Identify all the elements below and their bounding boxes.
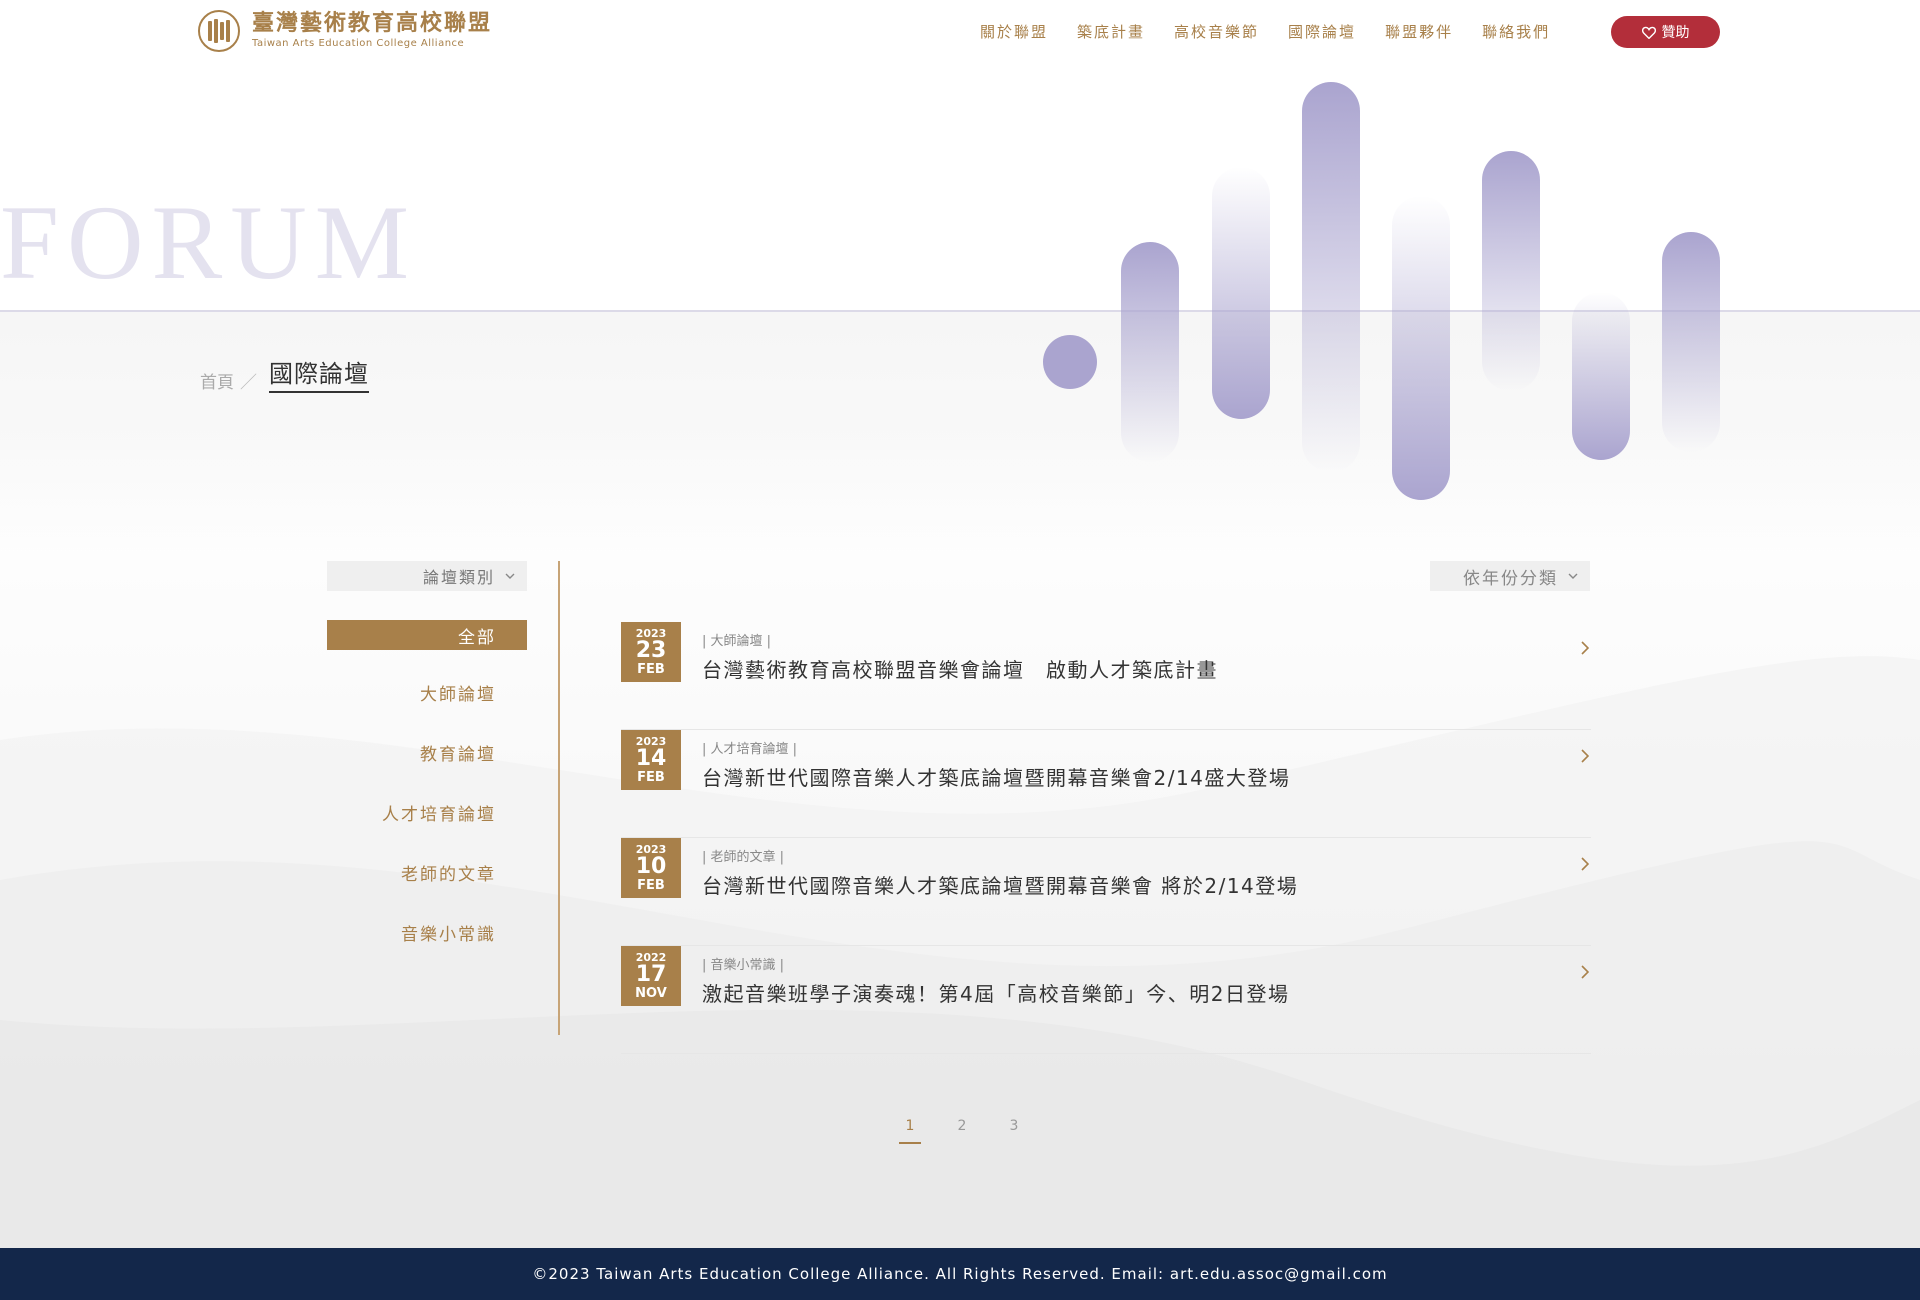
category-item-all[interactable]: 全部 — [327, 620, 527, 650]
date-badge: 2023 23 FEB — [621, 622, 681, 682]
category-item-talent-forum[interactable]: 人才培育論壇 — [327, 800, 527, 860]
date-badge: 2022 17 NOV — [621, 946, 681, 1006]
sidebar-divider — [558, 561, 560, 1035]
list-item[interactable]: 2023 10 FEB | 老師的文章 | 台灣新世代國際音樂人才築底論壇暨開幕… — [621, 838, 1591, 946]
page-1-link[interactable]: 1 — [899, 1118, 921, 1144]
nav-contact[interactable]: 聯絡我們 — [1482, 21, 1550, 42]
date-month: NOV — [635, 986, 667, 1001]
date-month: FEB — [637, 770, 665, 785]
footer-copyright: ©2023 Taiwan Arts Education College Alli… — [532, 1265, 1388, 1283]
logo-title-en: Taiwan Arts Education College Alliance — [252, 38, 465, 49]
page-2-link[interactable]: 2 — [951, 1118, 973, 1144]
category-list: 全部 大師論壇 教育論壇 人才培育論壇 老師的文章 音樂小常識 — [327, 620, 527, 980]
date-day: 14 — [635, 746, 667, 771]
nav-music-festival[interactable]: 高校音樂節 — [1174, 21, 1259, 42]
category-dropdown-label: 論壇類別 — [422, 568, 495, 587]
category-item-teacher-articles[interactable]: 老師的文章 — [327, 860, 527, 920]
chevron-right-icon[interactable] — [1581, 965, 1589, 979]
article-title[interactable]: 台灣新世代國際音樂人才築底論壇暨開幕音樂會 將於2/14登場 — [702, 870, 1298, 899]
chevron-down-icon — [505, 573, 515, 579]
article-category: | 音樂小常識 | — [702, 958, 785, 973]
main-nav: 關於聯盟 築底計畫 高校音樂節 國際論壇 聯盟夥伴 聯絡我們 — [980, 21, 1550, 42]
article-title[interactable]: 台灣新世代國際音樂人才築底論壇暨開幕音樂會2/14盛大登場 — [702, 762, 1290, 791]
date-day: 23 — [635, 638, 667, 663]
list-item[interactable]: 2022 17 NOV | 音樂小常識 | 激起音樂班學子演奏魂！第4屆「高校音… — [621, 946, 1591, 1054]
date-month: FEB — [637, 662, 665, 677]
category-item-education-forum[interactable]: 教育論壇 — [327, 740, 527, 800]
site-logo[interactable]: 臺灣藝術教育高校聯盟 Taiwan Arts Education College… — [198, 10, 492, 52]
page-3-link[interactable]: 3 — [1003, 1118, 1025, 1144]
page-title: 國際論壇 — [269, 354, 369, 393]
heart-icon — [1641, 26, 1656, 39]
category-dropdown[interactable]: 論壇類別 — [327, 561, 527, 591]
nav-foundation-plan[interactable]: 築底計畫 — [1077, 21, 1145, 42]
chevron-right-icon[interactable] — [1581, 857, 1589, 871]
date-badge: 2023 10 FEB — [621, 838, 681, 898]
year-dropdown[interactable]: 依年份分類 — [1430, 561, 1590, 591]
category-item-music-trivia[interactable]: 音樂小常識 — [327, 920, 527, 980]
nav-forum[interactable]: 國際論壇 — [1288, 21, 1356, 42]
article-list: 2023 23 FEB | 大師論壇 | 台灣藝術教育高校聯盟音樂會論壇 啟動人… — [621, 622, 1591, 1054]
nav-about[interactable]: 關於聯盟 — [980, 21, 1048, 42]
date-badge: 2023 14 FEB — [621, 730, 681, 790]
article-category: | 人才培育論壇 | — [702, 742, 798, 757]
date-day: 17 — [635, 962, 667, 987]
site-footer: ©2023 Taiwan Arts Education College Alli… — [0, 1248, 1920, 1300]
pagination: 1 2 3 — [899, 1118, 1025, 1144]
forum-watermark: FORUM — [0, 184, 418, 301]
list-item[interactable]: 2023 23 FEB | 大師論壇 | 台灣藝術教育高校聯盟音樂會論壇 啟動人… — [621, 622, 1591, 730]
date-month: FEB — [637, 878, 665, 893]
breadcrumb-home[interactable]: 首頁 — [200, 368, 234, 393]
breadcrumb: 首頁 ／ 國際論壇 — [200, 354, 369, 393]
year-dropdown-label: 依年份分類 — [1463, 568, 1558, 589]
list-item[interactable]: 2023 14 FEB | 人才培育論壇 | 台灣新世代國際音樂人才築底論壇暨開… — [621, 730, 1591, 838]
sponsor-button[interactable]: 贊助 — [1611, 16, 1720, 48]
date-day: 10 — [635, 854, 667, 879]
chevron-right-icon[interactable] — [1581, 641, 1589, 655]
logo-mark-icon — [198, 10, 240, 52]
logo-title-zh: 臺灣藝術教育高校聯盟 — [252, 11, 493, 36]
article-category: | 大師論壇 | — [702, 634, 772, 649]
article-category: | 老師的文章 | — [702, 850, 785, 865]
article-title[interactable]: 台灣藝術教育高校聯盟音樂會論壇 啟動人才築底計畫 — [702, 654, 1218, 683]
breadcrumb-separator: ／ — [240, 373, 257, 393]
category-item-master-forum[interactable]: 大師論壇 — [327, 680, 527, 740]
site-header: 臺灣藝術教育高校聯盟 Taiwan Arts Education College… — [0, 0, 1920, 64]
article-title[interactable]: 激起音樂班學子演奏魂！第4屆「高校音樂節」今、明2日登場 — [702, 978, 1289, 1007]
sound-wave-bars-graphic — [1043, 82, 1720, 500]
sponsor-label: 贊助 — [1661, 25, 1690, 41]
chevron-right-icon[interactable] — [1581, 749, 1589, 763]
nav-partners[interactable]: 聯盟夥伴 — [1385, 21, 1453, 42]
chevron-down-icon — [1568, 573, 1578, 579]
